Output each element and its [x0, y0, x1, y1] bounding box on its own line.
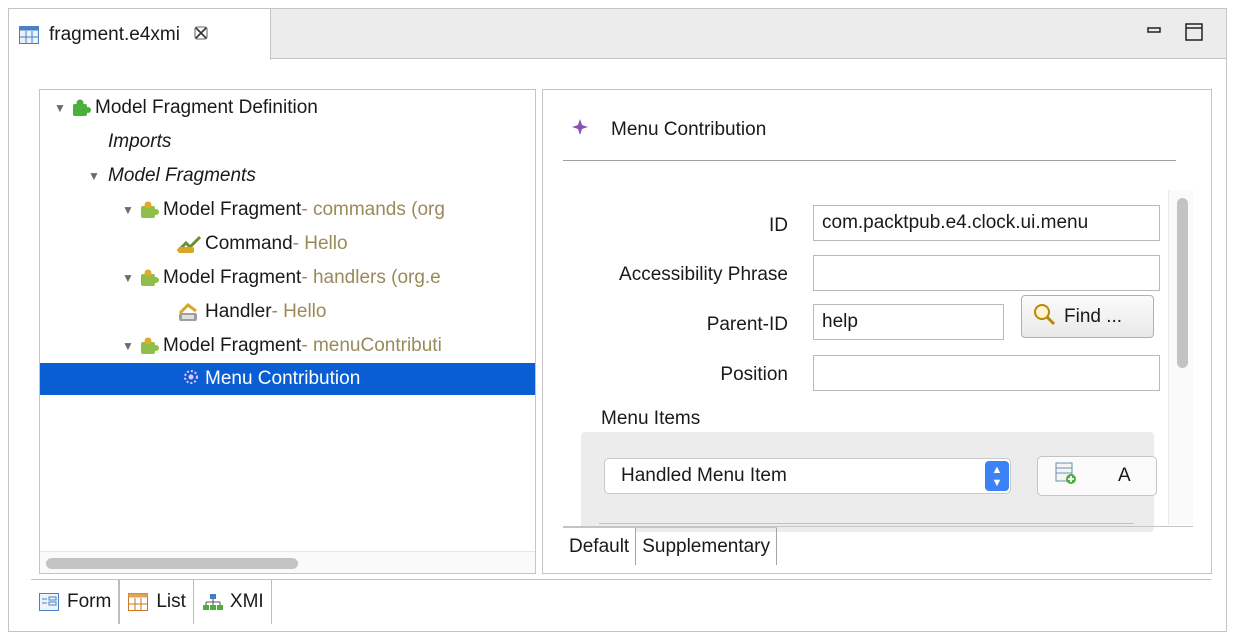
- tree-item-label: Model Fragment Definition: [95, 97, 318, 118]
- tree-item-label: Model Fragment: [163, 267, 302, 288]
- subtab-divider: [563, 526, 1193, 527]
- tree-item-label: Model Fragments: [108, 165, 256, 186]
- menu-item-type-select[interactable]: Handled Menu Item ▲ ▼: [604, 458, 1011, 494]
- puzzle-partial-icon: [138, 335, 160, 357]
- detail-panel: Menu Contribution ID com.packtpub.e4.clo…: [542, 89, 1212, 574]
- tree-item-label: Model Fragment: [163, 335, 302, 356]
- close-icon[interactable]: [194, 25, 208, 45]
- horizontal-scrollbar[interactable]: [40, 551, 535, 573]
- tree-item-label: Menu Contribution: [205, 368, 361, 389]
- tab-list[interactable]: List: [119, 580, 194, 624]
- vertical-scrollbar[interactable]: [1168, 190, 1193, 525]
- tree-item-model-fragments[interactable]: ▼ Model Fragments: [40, 160, 535, 192]
- header-divider: [563, 160, 1176, 161]
- tab-form-label: Form: [67, 591, 112, 612]
- tab-form[interactable]: Form: [31, 580, 120, 624]
- puzzle-partial-icon: [138, 267, 160, 289]
- tree-item-imports[interactable]: Imports: [40, 126, 535, 158]
- menu-item-type-value: Handled Menu Item: [621, 465, 787, 486]
- command-icon: [176, 233, 202, 255]
- menu-contribution-icon: [182, 368, 202, 390]
- hierarchy-icon: [202, 593, 223, 611]
- tab-list-label: List: [156, 591, 186, 612]
- tree-item-label: Model Fragment: [163, 199, 302, 220]
- find-button[interactable]: Find ...: [1021, 295, 1154, 338]
- accessibility-phrase-field[interactable]: [813, 255, 1160, 291]
- editor-bottom-tabs: Form List XMI: [31, 579, 1211, 624]
- add-button-label: A: [1118, 465, 1131, 486]
- tree-item-command-hello[interactable]: Command - Hello: [40, 228, 535, 260]
- tree-item-suffix: - commands (org: [301, 199, 445, 220]
- tree-item-label: Imports: [108, 131, 172, 152]
- table-icon: [128, 593, 149, 611]
- tree-item-suffix: - handlers (org.e: [301, 267, 441, 288]
- expand-arrow-icon[interactable]: ▼: [122, 203, 138, 217]
- id-field[interactable]: com.packtpub.e4.clock.ui.menu: [813, 205, 1160, 241]
- tree-item-suffix: - Hello: [271, 301, 327, 322]
- tree-item-suffix: - Hello: [292, 233, 348, 254]
- puzzle-partial-icon: [138, 199, 160, 221]
- id-label: ID: [769, 215, 788, 236]
- maximize-icon[interactable]: [1185, 23, 1203, 46]
- magnifier-icon: [1032, 302, 1056, 332]
- accessibility-phrase-label: Accessibility Phrase: [619, 264, 788, 285]
- tab-xmi[interactable]: XMI: [194, 580, 272, 624]
- add-table-icon: [1054, 461, 1078, 491]
- position-field[interactable]: [813, 355, 1160, 391]
- scrollbar-thumb[interactable]: [1177, 198, 1188, 368]
- form-icon: [39, 593, 59, 611]
- table-file-icon: [19, 25, 39, 44]
- menu-items-label: Menu Items: [601, 408, 701, 429]
- add-button[interactable]: A: [1037, 456, 1157, 496]
- editor-tabbar: fragment.e4xmi: [9, 9, 1226, 60]
- tree-item-model-fragment-commands[interactable]: ▼ Model Fragment - commands (org: [40, 194, 535, 226]
- puzzle-green-icon: [70, 97, 92, 119]
- chevron-updown-icon: ▲ ▼: [985, 461, 1009, 491]
- sparkle-icon: [571, 118, 589, 142]
- editor-window: fragment.e4xmi ▼ Model Fragment Definiti…: [8, 8, 1227, 632]
- detail-subtabs: Default Supplementary: [563, 527, 777, 569]
- detail-header: Menu Contribution: [571, 118, 766, 142]
- parent-id-field[interactable]: help: [813, 304, 1004, 340]
- tree-item-model-fragment-menucontributions[interactable]: ▼ Model Fragment - menuContributi: [40, 330, 535, 362]
- tree-item-model-fragment-definition[interactable]: ▼ Model Fragment Definition: [40, 92, 535, 124]
- position-label: Position: [720, 364, 788, 385]
- find-button-label: Find ...: [1064, 305, 1123, 327]
- tree-item-label: Command: [205, 233, 293, 254]
- scrollbar-thumb[interactable]: [46, 558, 298, 569]
- expand-arrow-icon[interactable]: ▼: [122, 271, 138, 285]
- tree-item-model-fragment-handlers[interactable]: ▼ Model Fragment - handlers (org.e: [40, 262, 535, 294]
- editor-tab-fragment[interactable]: fragment.e4xmi: [9, 9, 271, 60]
- menu-items-section: Handled Menu Item ▲ ▼ A: [581, 432, 1157, 532]
- expand-arrow-icon[interactable]: ▼: [88, 169, 108, 183]
- tree-item-label: Handler: [205, 301, 272, 322]
- minimize-icon[interactable]: [1147, 23, 1161, 44]
- expand-arrow-icon[interactable]: ▼: [122, 339, 138, 353]
- tree-item-menu-contribution[interactable]: Menu Contribution: [40, 363, 535, 395]
- parent-id-label: Parent-ID: [706, 314, 788, 335]
- expand-arrow-icon[interactable]: ▼: [54, 101, 70, 115]
- detail-title: Menu Contribution: [611, 119, 767, 140]
- tab-default[interactable]: Default: [563, 528, 637, 565]
- editor-tab-title: fragment.e4xmi: [49, 23, 180, 45]
- tab-xmi-label: XMI: [229, 591, 264, 612]
- model-tree[interactable]: ▼ Model Fragment Definition Imports ▼ Mo…: [39, 89, 536, 574]
- tab-supplementary[interactable]: Supplementary: [636, 528, 777, 565]
- tree-item-suffix: - menuContributi: [301, 335, 442, 356]
- handler-icon: [176, 301, 202, 323]
- section-divider: [599, 523, 1134, 524]
- tree-item-handler-hello[interactable]: Handler - Hello: [40, 296, 535, 328]
